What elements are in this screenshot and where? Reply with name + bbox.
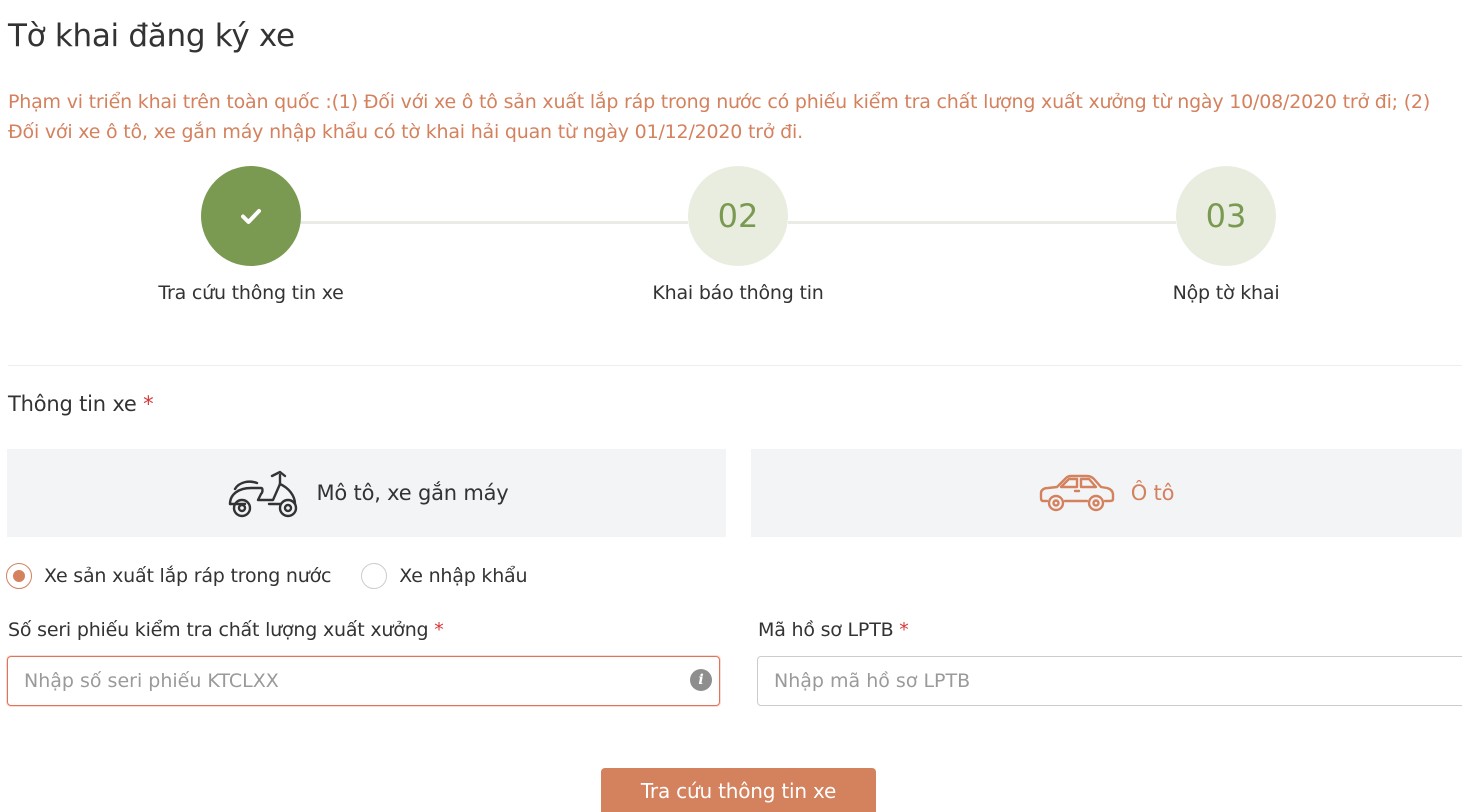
lptb-field-label: Mã hồ sơ LPTB * [758,619,909,641]
info-icon[interactable]: i [690,669,712,691]
step-connector [788,221,1176,224]
step-2-label: Khai báo thông tin [652,282,824,304]
vehicle-section-title-text: Thông tin xe [8,392,137,416]
vehicle-type-car[interactable]: Ô tô [751,449,1462,537]
required-mark: * [143,392,154,416]
radio-imported-button[interactable] [361,563,388,589]
page: Tờ khai đăng ký xe Phạm vi triển khai tr… [0,0,1462,812]
lookup-submit-button[interactable]: Tra cứu thông tin xe [601,768,876,812]
section-divider [8,365,1462,366]
car-icon [1039,474,1114,512]
page-title: Tờ khai đăng ký xe [8,18,295,54]
radio-imported-label: Xe nhập khẩu [399,565,528,587]
radio-dot [13,570,25,582]
vehicle-section-title: Thông tin xe * [8,392,154,416]
lptb-field-label-text: Mã hồ sơ LPTB [758,619,894,641]
radio-domestic-label: Xe sản xuất lắp ráp trong nước [44,565,332,587]
required-mark: * [434,619,444,641]
step-3-label: Nộp tờ khai [1172,282,1280,304]
vehicle-type-motorbike-label: Mô tô, xe gắn máy [316,481,509,505]
vehicle-type-car-label: Ô tô [1130,481,1175,505]
step-3-circle: 03 [1176,166,1276,266]
step-connector [300,221,688,224]
check-icon [241,209,261,224]
stepper: Tra cứu thông tin xe 02 Khai báo thông t… [0,166,1462,316]
serial-input[interactable] [7,656,720,706]
step-2-circle: 02 [688,166,788,266]
scope-notice: Phạm vi triển khai trên toàn quốc :(1) Đ… [8,91,1431,143]
radio-domestic-button[interactable] [6,563,32,589]
radio-domestic[interactable]: Xe sản xuất lắp ráp trong nước [6,563,331,589]
step-1-label: Tra cứu thông tin xe [158,282,344,304]
vehicle-type-motorbike[interactable]: Mô tô, xe gắn máy [7,449,726,537]
required-mark: * [899,619,909,641]
lptb-input[interactable] [757,656,1462,706]
vehicle-origin-radio-group: Xe sản xuất lắp ráp trong nước Xe nhập k… [6,563,557,589]
serial-field-label-text: Số seri phiếu kiểm tra chất lượng xuất x… [8,619,429,641]
step-1-circle [201,166,301,266]
serial-field-label: Số seri phiếu kiểm tra chất lượng xuất x… [8,619,444,641]
radio-imported[interactable]: Xe nhập khẩu [361,563,528,589]
scooter-icon [228,470,297,518]
